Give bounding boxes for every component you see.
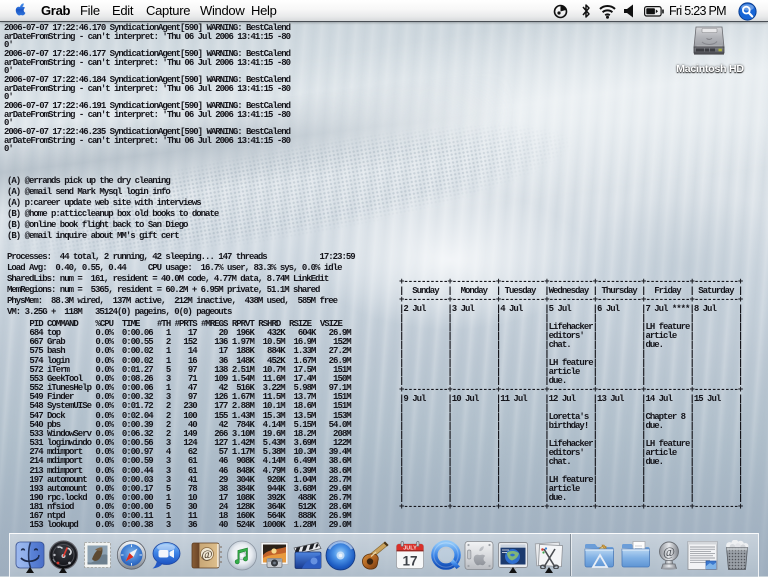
svg-text:17: 17 — [402, 554, 417, 569]
svg-text:JULY: JULY — [403, 546, 417, 552]
svg-text:@: @ — [663, 544, 675, 559]
svg-text:@: @ — [201, 547, 212, 561]
